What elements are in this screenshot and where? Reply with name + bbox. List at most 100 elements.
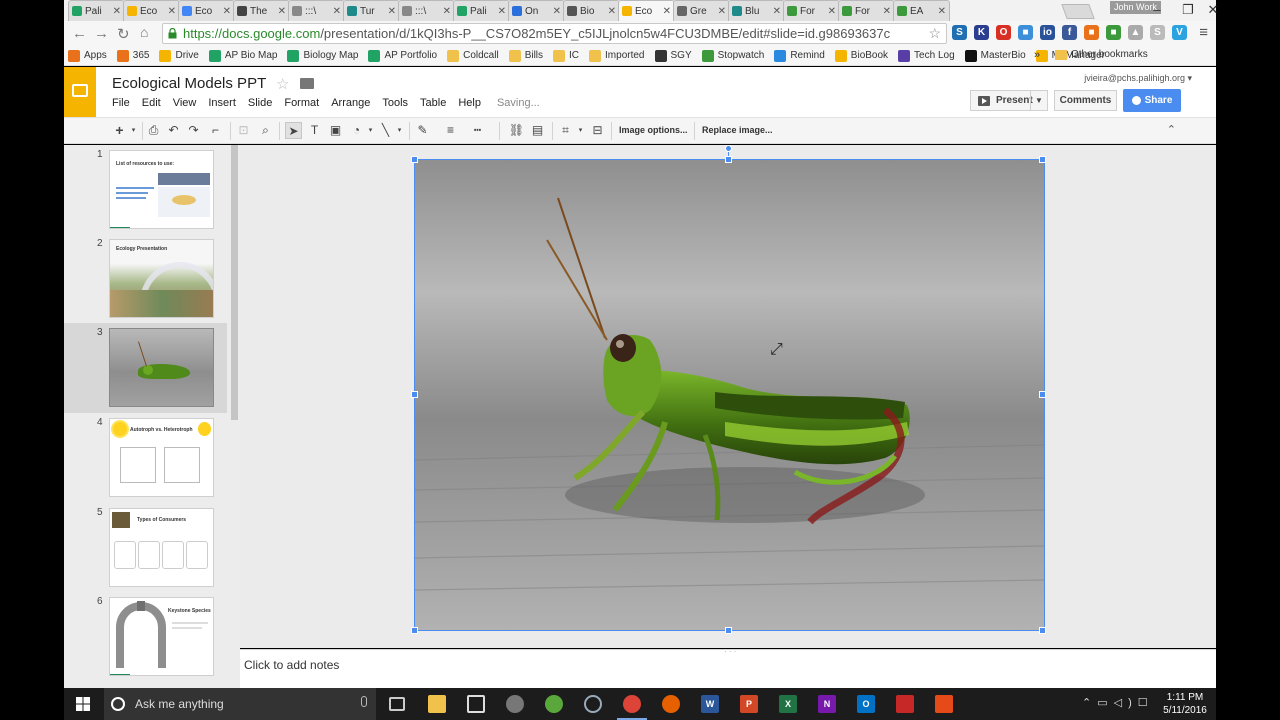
menu-tools[interactable]: Tools <box>382 97 408 109</box>
task-view-icon[interactable] <box>389 697 405 711</box>
browser-tab[interactable]: Pali ✕ <box>453 0 510 21</box>
browser-tab[interactable]: Tur ✕ <box>343 0 400 21</box>
forward-icon[interactable]: → <box>94 25 109 42</box>
microphone-icon[interactable] <box>361 696 367 707</box>
browser-tab[interactable]: Eco ✕ <box>123 0 180 21</box>
browser-tab[interactable]: On ✕ <box>508 0 565 21</box>
tab-close-icon[interactable]: ✕ <box>113 6 121 17</box>
browser-tab[interactable]: Eco ✕ <box>178 0 235 21</box>
menu-table[interactable]: Table <box>420 97 446 109</box>
bookmark-item[interactable]: AP Portfolio <box>368 49 437 62</box>
system-tray[interactable]: ⌃▭◁)☐ <box>1082 696 1154 709</box>
bookmark-item[interactable]: AP Bio Map <box>208 49 277 62</box>
outlook-icon[interactable]: O <box>857 695 875 713</box>
tab-close-icon[interactable]: ✕ <box>883 6 891 17</box>
bookmark-item[interactable]: Imported <box>589 49 645 62</box>
onenote-icon[interactable]: N <box>818 695 836 713</box>
bookmarks-overflow-icon[interactable]: » <box>1034 49 1040 61</box>
minimize-icon[interactable]: – <box>1146 2 1168 17</box>
account-email[interactable]: jvieira@pchs.palihigh.org ▾ <box>1084 73 1192 84</box>
extension-icon[interactable]: ■ <box>1106 25 1121 40</box>
link-icon[interactable]: ⛓ <box>508 122 525 139</box>
print-icon[interactable]: ⎙ <box>145 122 162 139</box>
star-icon[interactable]: ☆ <box>276 75 289 93</box>
share-button[interactable]: Share <box>1123 89 1181 112</box>
comments-button[interactable]: Comments <box>1054 90 1117 111</box>
browser-tab[interactable]: Eco ✕ <box>618 0 675 21</box>
menu-view[interactable]: View <box>173 97 197 109</box>
store-icon[interactable] <box>467 695 485 713</box>
folder-icon[interactable] <box>300 78 314 89</box>
bookmark-item[interactable]: 365 <box>116 49 149 62</box>
browser-tab[interactable]: Bio ✕ <box>563 0 620 21</box>
browser-tab[interactable]: :::\ ✕ <box>288 0 345 21</box>
browser-tab[interactable]: The ✕ <box>233 0 290 21</box>
slide-thumbnail[interactable]: 1 List of resources to use: <box>64 145 227 233</box>
tab-close-icon[interactable]: ✕ <box>608 6 616 17</box>
resize-handle-e[interactable] <box>1039 391 1046 398</box>
bookmark-item[interactable]: Biology Map <box>287 49 358 62</box>
cortana-search[interactable]: Ask me anything <box>104 688 376 720</box>
bookmark-item[interactable]: Stopwatch <box>701 49 764 62</box>
taskbar-clock[interactable]: 1:11 PM 5/11/2016 <box>1160 691 1210 717</box>
bookmark-item[interactable]: Tech Log <box>898 49 955 62</box>
select-icon[interactable]: ➤ <box>285 122 302 139</box>
menu-help[interactable]: Help <box>458 97 481 109</box>
redo-icon[interactable]: ↷ <box>185 122 202 139</box>
border-color-icon[interactable]: ✎ <box>414 122 431 139</box>
home-icon[interactable]: ⌂ <box>140 24 148 40</box>
image-icon[interactable]: ▣ <box>327 122 344 139</box>
url-input[interactable]: https://docs.google.com/presentation/d/1… <box>162 23 947 44</box>
browser-tab[interactable]: :::\ ✕ <box>398 0 455 21</box>
pdf-reader-icon[interactable] <box>935 695 953 713</box>
slide-canvas[interactable]: ⤢ <box>240 145 1216 648</box>
tab-close-icon[interactable]: ✕ <box>938 6 946 17</box>
bookmark-item[interactable]: Remind <box>774 49 825 62</box>
slide-thumbnail[interactable]: 4 Autotroph vs. Heterotroph <box>64 413 227 501</box>
restore-icon[interactable]: ❐ <box>1177 2 1199 18</box>
word-icon[interactable]: W <box>701 695 719 713</box>
tab-close-icon[interactable]: ✕ <box>333 6 341 17</box>
extension-icon[interactable]: io <box>1040 25 1055 40</box>
chrome-menu-icon[interactable]: ≡ <box>1199 24 1208 41</box>
menu-file[interactable]: File <box>112 97 130 109</box>
speaker-notes[interactable]: · · · Click to add notes <box>240 647 1216 688</box>
file-explorer-icon[interactable] <box>428 695 446 713</box>
extension-icon[interactable]: f <box>1062 25 1077 40</box>
zoom-fit-icon[interactable]: ⊡ <box>235 122 252 139</box>
excel-icon[interactable]: X <box>779 695 797 713</box>
bookmark-item[interactable]: Apps <box>68 49 107 62</box>
slide-thumbnail[interactable]: 3 <box>64 323 227 413</box>
bookmark-item[interactable]: Drive <box>159 49 199 62</box>
resize-handle-se[interactable] <box>1039 627 1046 634</box>
new-slide-dropdown-icon[interactable]: ▾ <box>125 122 142 139</box>
acrobat-icon[interactable] <box>896 695 914 713</box>
rotate-handle[interactable] <box>725 145 732 152</box>
menu-insert[interactable]: Insert <box>208 97 236 109</box>
bookmark-item[interactable]: Bills <box>508 49 543 62</box>
extension-icon[interactable]: K <box>974 25 989 40</box>
resize-handle-w[interactable] <box>411 391 418 398</box>
undo-icon[interactable]: ↶ <box>165 122 182 139</box>
bookmark-item[interactable]: Coldcall <box>447 49 499 62</box>
filmstrip-scrollbar[interactable] <box>231 145 238 420</box>
comment-icon[interactable]: ▤ <box>529 122 546 139</box>
browser-tab[interactable]: Gre ✕ <box>673 0 730 21</box>
cortana-app-icon[interactable] <box>584 695 602 713</box>
close-window-icon[interactable]: ✕ <box>1202 2 1224 18</box>
text-box-icon[interactable]: T <box>306 122 323 139</box>
browser-tab[interactable]: EA ✕ <box>893 0 950 21</box>
line-dropdown-icon[interactable]: ▾ <box>391 122 408 139</box>
resize-handle-sw[interactable] <box>411 627 418 634</box>
present-dropdown-icon[interactable]: ▼ <box>1030 91 1047 110</box>
menu-edit[interactable]: Edit <box>142 97 161 109</box>
extension-icon[interactable]: O <box>996 25 1011 40</box>
browser-tab[interactable]: For ✕ <box>838 0 895 21</box>
browser-tab[interactable]: Pali ✕ <box>68 0 125 21</box>
powerpoint-icon[interactable]: P <box>740 695 758 713</box>
extension-icon[interactable]: S <box>952 25 967 40</box>
bookmark-item[interactable]: IC <box>553 49 579 62</box>
document-title[interactable]: Ecological Models PPT <box>112 75 266 92</box>
tab-close-icon[interactable]: ✕ <box>718 6 726 17</box>
maps-icon[interactable] <box>545 695 563 713</box>
